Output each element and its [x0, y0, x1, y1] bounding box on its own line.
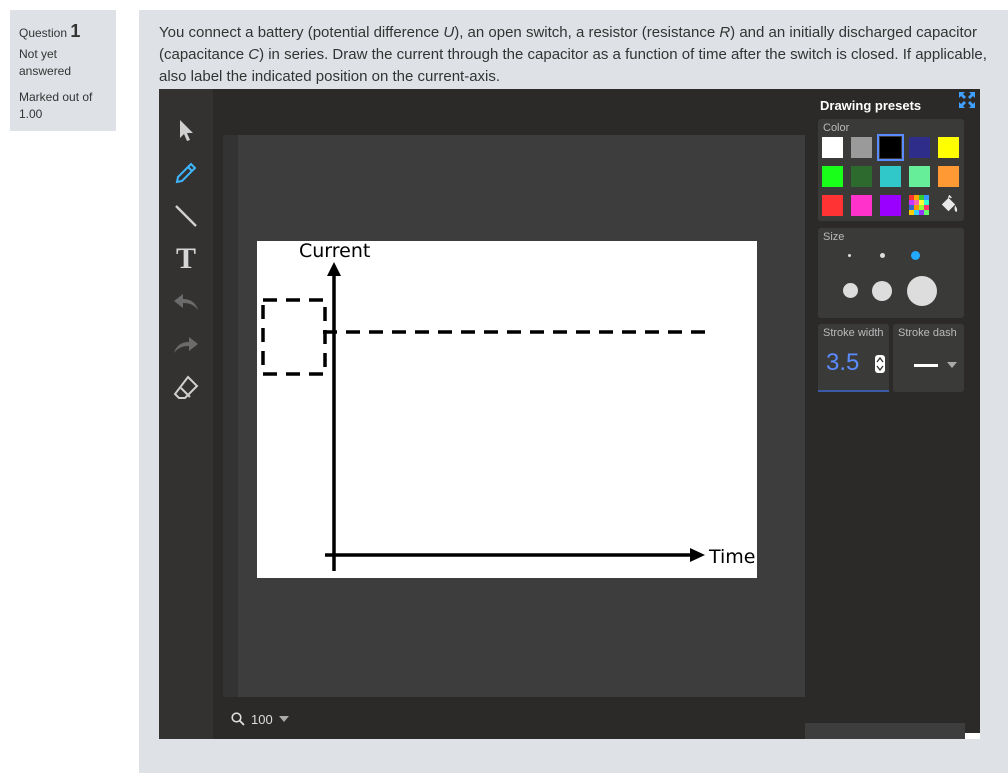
- color-swatch-yellow[interactable]: [938, 137, 959, 158]
- zoom-control[interactable]: 100: [231, 712, 289, 727]
- size-label: Size: [823, 231, 845, 243]
- chevron-down-icon: [947, 362, 957, 368]
- eraser-icon[interactable]: [169, 371, 203, 405]
- question-content: You connect a battery (potential differe…: [139, 10, 1008, 773]
- panel-bottom-strip: [805, 723, 965, 739]
- panel-corner: [965, 733, 980, 739]
- color-swatch-navy[interactable]: [909, 137, 930, 158]
- color-swatch-dark-green[interactable]: [851, 166, 872, 187]
- y-axis-arrowhead: [327, 262, 341, 276]
- question-marks: Marked out of 1.00: [19, 89, 93, 122]
- canvas-edge: [223, 135, 238, 697]
- stroke-dash-group[interactable]: Stroke dash: [893, 324, 964, 392]
- text-tool-glyph: T: [175, 242, 196, 275]
- label-box: [261, 298, 327, 376]
- search-icon: [231, 712, 245, 726]
- redo-icon[interactable]: [169, 328, 203, 362]
- stroke-dash-label: Stroke dash: [898, 327, 957, 339]
- size-dot-l[interactable]: [843, 283, 858, 298]
- drawing-editor: T Current Time 100 Drawing presets Color…: [159, 89, 980, 739]
- stroke-width-spinner-icon[interactable]: [875, 355, 885, 373]
- stroke-width-value[interactable]: 3.5: [826, 349, 859, 377]
- panel-title: Drawing presets: [820, 98, 922, 113]
- drawing-presets-panel: Drawing presets Color Size Stroke width …: [805, 89, 980, 739]
- size-dot-s[interactable]: [880, 253, 885, 258]
- x-axis-arrowhead: [690, 548, 705, 562]
- color-swatch-teal[interactable]: [880, 166, 901, 187]
- color-swatch-mint[interactable]: [909, 166, 930, 187]
- drawing-canvas[interactable]: Current Time: [257, 240, 757, 578]
- fill-bucket-icon[interactable]: [938, 195, 959, 216]
- graph-axes: [261, 262, 705, 571]
- pencil-icon[interactable]: [169, 156, 203, 190]
- undo-icon[interactable]: [169, 285, 203, 319]
- color-swatch-white[interactable]: [822, 137, 843, 158]
- color-swatch-orange[interactable]: [938, 166, 959, 187]
- question-number: Question 1: [19, 18, 107, 44]
- size-dot-xs[interactable]: [848, 254, 851, 257]
- zoom-value: 100: [251, 711, 273, 727]
- stroke-width-label: Stroke width: [823, 327, 884, 339]
- color-swatch-purple[interactable]: [880, 195, 901, 216]
- question-status: Not yet answered: [19, 47, 72, 79]
- stroke-dash-solid-icon: [914, 364, 938, 367]
- stroke-width-group: Stroke width 3.5: [818, 324, 889, 392]
- chevron-down-icon: [278, 716, 289, 722]
- y-axis-label: Current: [299, 240, 371, 262]
- question-prefix: Question: [19, 26, 68, 40]
- color-swatch-green[interactable]: [822, 166, 843, 187]
- x-axis-label: Time: [709, 546, 756, 568]
- text-icon[interactable]: T: [169, 242, 203, 276]
- expand-icon[interactable]: [958, 91, 976, 109]
- size-dot-m[interactable]: [911, 251, 920, 260]
- question-text: You connect a battery (potential differe…: [159, 24, 987, 85]
- color-swatch-pink[interactable]: [851, 195, 872, 216]
- size-dot-xl[interactable]: [872, 281, 892, 301]
- select-pointer-icon[interactable]: [169, 113, 203, 147]
- question-info: Question 1 Not yet answered Marked out o…: [10, 10, 116, 131]
- stroke-width-underline: [818, 390, 889, 392]
- color-swatch-red[interactable]: [822, 195, 843, 216]
- line-icon[interactable]: [169, 199, 203, 233]
- tool-sidebar: T: [159, 89, 213, 739]
- color-palette-icon[interactable]: [909, 195, 930, 216]
- color-swatch-black[interactable]: [877, 134, 904, 161]
- size-dot-xxl[interactable]: [907, 276, 937, 306]
- question-number-value: 1: [70, 21, 81, 41]
- canvas-bottom-bar: 100: [221, 699, 805, 739]
- color-swatch-gray[interactable]: [851, 137, 872, 158]
- color-group: Color: [818, 119, 964, 221]
- color-label: Color: [823, 122, 850, 134]
- size-group: Size: [818, 228, 964, 318]
